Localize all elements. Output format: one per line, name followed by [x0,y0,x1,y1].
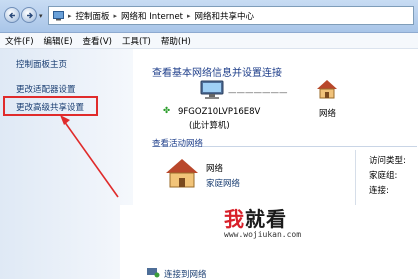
computer-icon [200,80,224,99]
computer-name: 9FGOZ10LVP16E8V [178,107,261,117]
network-status-icon: ✤ [163,106,171,116]
access-type-label: 访问类型: [369,156,406,166]
page-title: 查看基本网络信息并设置连接 [152,68,282,79]
watermark-logo: 我就看 [224,203,287,232]
connection-line-icon: ——————— [228,88,288,98]
connect-to-network-link[interactable]: 连接到网络 [164,268,207,280]
active-network-house-icon [166,159,198,188]
home-network-icon [317,80,337,99]
watermark-logo-red: 我 [224,207,245,231]
connections-label: 连接: [369,186,389,196]
watermark-url: www.wojiukan.com [224,230,302,239]
network-label: 网络 [319,109,337,119]
computer-sub: (此计算机) [189,121,230,131]
homegroup-label: 家庭组: [369,171,398,181]
connect-network-icon [147,268,160,278]
active-network-name: 网络 [206,164,224,174]
watermark-logo-rest: 就看 [245,207,287,231]
active-networks-title: 查看活动网络 [152,139,204,149]
active-network-type-link[interactable]: 家庭网络 [206,177,240,189]
